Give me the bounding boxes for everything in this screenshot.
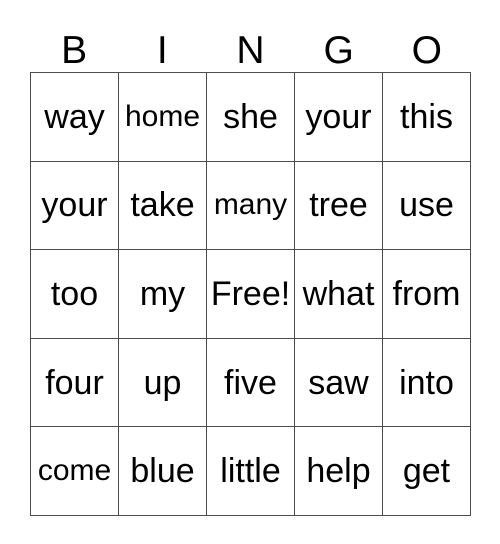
bingo-cell-word: this (400, 97, 453, 136)
bingo-cell[interactable]: many (207, 161, 295, 251)
bingo-cell-word: come (37, 454, 112, 488)
bingo-cell-word: take (130, 186, 195, 225)
bingo-row: too my Free! what from (31, 250, 471, 339)
bingo-header-row: B I N G O (30, 14, 471, 72)
bingo-cell[interactable]: way (31, 73, 119, 162)
bingo-cell[interactable]: use (383, 161, 471, 251)
bingo-cell[interactable]: little (207, 427, 295, 516)
bingo-cell-word: get (402, 452, 451, 491)
bingo-row: way home she your this (31, 73, 471, 162)
bingo-cell-free-space[interactable]: Free! (207, 250, 295, 339)
bingo-row: four up five saw into (31, 338, 471, 428)
bingo-cell[interactable]: take (119, 161, 207, 251)
bingo-cell-word: use (399, 186, 454, 225)
bingo-cell[interactable]: five (207, 338, 295, 428)
bingo-cell[interactable]: get (383, 427, 471, 516)
bingo-cell-word: your (41, 186, 108, 225)
bingo-cell-word: saw (308, 363, 369, 402)
bingo-header-letter-g: G (295, 14, 383, 72)
bingo-grid: way home she your this your take many tr… (30, 72, 471, 516)
bingo-header-letter-b: B (30, 14, 118, 72)
bingo-cell-word: she (223, 97, 278, 136)
bingo-cell-word: five (224, 363, 277, 402)
bingo-header-letter-n: N (206, 14, 294, 72)
bingo-cell-word: from (392, 274, 461, 313)
header-letter-text: I (156, 29, 168, 72)
header-letter-text: N (236, 29, 265, 72)
bingo-cell[interactable]: your (31, 161, 119, 251)
bingo-cell[interactable]: blue (119, 427, 207, 516)
bingo-cell[interactable]: from (383, 250, 471, 339)
bingo-row: your take many tree use (31, 161, 471, 251)
bingo-cell-word: tree (309, 186, 368, 225)
bingo-cell[interactable]: up (119, 338, 207, 428)
bingo-cell[interactable]: this (383, 73, 471, 162)
bingo-cell[interactable]: tree (295, 161, 383, 251)
bingo-cell-word: way (44, 97, 105, 136)
bingo-cell[interactable]: into (383, 338, 471, 428)
bingo-cell-word: many (213, 188, 288, 222)
bingo-cell[interactable]: four (31, 338, 119, 428)
bingo-cell[interactable]: saw (295, 338, 383, 428)
bingo-row: come blue little help get (31, 427, 471, 516)
bingo-cell[interactable]: help (295, 427, 383, 516)
bingo-cell-word: Free! (210, 274, 291, 313)
bingo-header-letter-o: O (383, 14, 471, 72)
bingo-cell-word: into (399, 363, 454, 402)
bingo-cell-word: your (305, 97, 372, 136)
bingo-cell[interactable]: what (295, 250, 383, 339)
bingo-cell-word: too (50, 274, 99, 313)
bingo-cell-word: up (143, 363, 182, 402)
bingo-cell[interactable]: my (119, 250, 207, 339)
bingo-cell-word: my (139, 274, 186, 313)
bingo-cell[interactable]: home (119, 73, 207, 162)
bingo-header-letter-i: I (118, 14, 206, 72)
bingo-cell-word: little (220, 452, 281, 491)
bingo-cell-word: what (302, 274, 375, 313)
bingo-cell[interactable]: she (207, 73, 295, 162)
header-letter-text: O (411, 29, 443, 72)
bingo-cell[interactable]: too (31, 250, 119, 339)
header-letter-text: G (323, 29, 354, 72)
bingo-card: B I N G O way home she your this your ta… (30, 14, 471, 516)
bingo-cell-word: help (306, 452, 371, 491)
bingo-cell-word: four (45, 363, 104, 402)
bingo-cell-word: home (124, 99, 201, 133)
bingo-cell[interactable]: your (295, 73, 383, 162)
bingo-cell[interactable]: come (31, 427, 119, 516)
bingo-cell-word: blue (130, 452, 195, 491)
header-letter-text: B (61, 29, 88, 72)
